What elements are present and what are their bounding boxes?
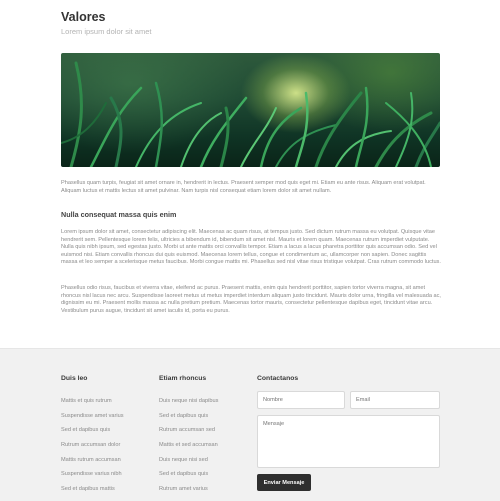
footer-link-list: Duis neque nisi dapibus Sed et dapibus q…: [159, 398, 218, 501]
footer-column-contact: Contactanos: [257, 375, 298, 382]
hero-image: [61, 53, 440, 167]
name-input[interactable]: [257, 391, 345, 409]
footer-link[interactable]: Duis neque nisi sed: [159, 457, 218, 472]
footer-column-title: Duis leo: [61, 375, 88, 382]
email-input[interactable]: [350, 391, 440, 409]
main-content: Valores Lorem ipsum dolor sit amet Phase…: [0, 0, 500, 348]
footer-link[interactable]: Sed et dapibus quis: [159, 471, 218, 486]
page-subtitle: Lorem ipsum dolor sit amet: [61, 27, 152, 36]
page: Valores Lorem ipsum dolor sit amet Phase…: [0, 0, 500, 501]
footer-link[interactable]: Rutrum amet varius: [159, 486, 218, 501]
message-textarea[interactable]: [257, 415, 440, 468]
footer-link[interactable]: Mattis et quis rutrum: [61, 398, 124, 413]
grass-illustration: [61, 61, 440, 167]
footer-link[interactable]: Rutrum accumsan dolor: [61, 442, 124, 457]
footer-column-etiam-rhoncus: Etiam rhoncus Duis neque nisi dapibus Se…: [159, 375, 218, 501]
footer-link[interactable]: Duis neque nisi dapibus: [159, 398, 218, 413]
footer-link[interactable]: Suspendisse amet varius: [61, 413, 124, 428]
footer-column-title: Etiam rhoncus: [159, 375, 207, 382]
footer-column-duis-leo: Duis leo Mattis et quis rutrum Suspendis…: [61, 375, 124, 501]
footer-link-list: Mattis et quis rutrum Suspendisse amet v…: [61, 398, 124, 501]
footer-link[interactable]: Rutrum accumsan sed: [159, 427, 218, 442]
intro-paragraph: Phasellus quam turpis, feugiat sit amet …: [61, 180, 426, 194]
footer-link[interactable]: Suspendisse varius nibh: [61, 471, 124, 486]
footer-link[interactable]: Sed et dapibus mattis: [61, 486, 124, 501]
footer-link[interactable]: Sed et dapibus quis: [61, 427, 124, 442]
send-message-button[interactable]: Enviar Mensaje: [257, 474, 311, 491]
page-title: Valores: [61, 10, 106, 24]
contact-title: Contactanos: [257, 375, 299, 382]
footer-link[interactable]: Mattis et sed accumsan: [159, 442, 218, 457]
section-heading: Nulla consequat massa quis enim: [61, 210, 177, 219]
footer-link[interactable]: Sed et dapibus quis: [159, 413, 218, 428]
footer-link[interactable]: Mattis rutrum accumsan: [61, 457, 124, 472]
body-paragraph-1: Lorem ipsum dolor sit amet, consectetur …: [61, 229, 441, 266]
body-paragraph-2: Phasellus odio risus, faucibus et viverr…: [61, 285, 441, 314]
